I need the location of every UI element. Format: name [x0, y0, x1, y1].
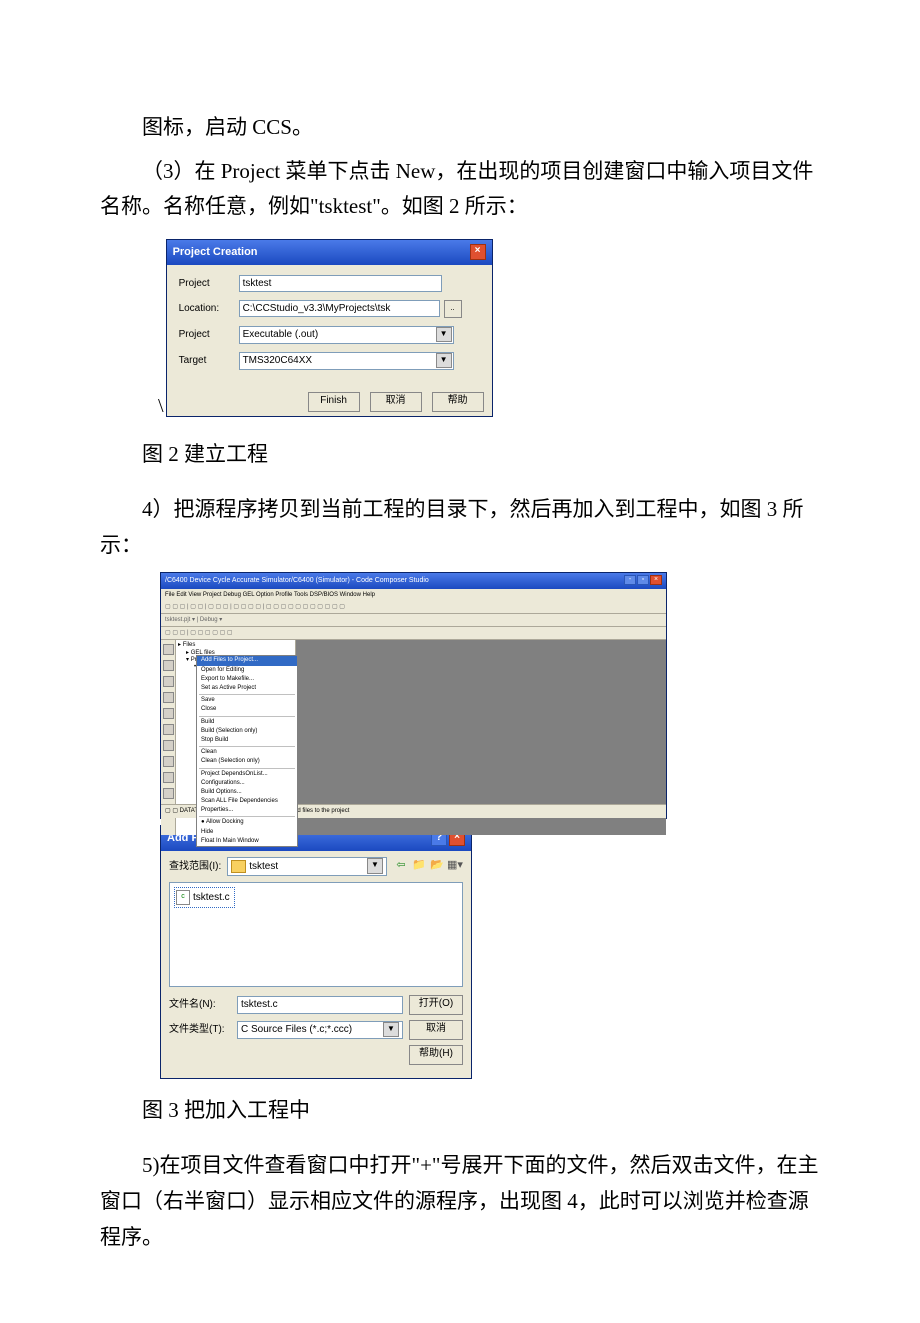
project-label: Project [179, 275, 239, 292]
help-button[interactable]: 帮助(H) [409, 1045, 463, 1065]
browse-button[interactable]: .. [444, 300, 462, 318]
menu-item[interactable]: Export to Makefile... [197, 675, 297, 684]
ide-toolbar-2[interactable]: tsktest.pjt ▾ | Debug ▾ [161, 614, 666, 627]
paragraph-3: 4）把源程序拷贝到当前工程的目录下，然后再加入到工程中，如图 3 所示： [100, 492, 820, 563]
chevron-down-icon[interactable]: ▼ [436, 353, 452, 368]
filetype-label: 文件类型(T): [169, 1021, 231, 1038]
chevron-down-icon[interactable]: ▼ [367, 858, 383, 874]
paragraph-4: 5)在项目文件查看窗口中打开"+"号展开下面的文件，然后双击文件，在主窗口（右半… [100, 1148, 820, 1255]
menu-add-files[interactable]: Add Files to Project... [197, 656, 297, 665]
project-type-select[interactable]: Executable (.out) ▼ [239, 326, 454, 344]
context-menu[interactable]: Add Files to Project... Open for Editing… [196, 655, 298, 847]
chevron-down-icon[interactable]: ▼ [383, 1022, 399, 1037]
menu-item[interactable]: Properties... [197, 806, 297, 815]
file-list[interactable]: c tsktest.c [169, 882, 463, 987]
menu-item[interactable]: Stop Build [197, 736, 297, 745]
new-folder-icon[interactable]: 📂 [429, 858, 445, 874]
target-select[interactable]: TMS320C64XX ▼ [239, 352, 454, 370]
location-input[interactable]: C:\CCStudio_v3.3\MyProjects\tsk [239, 300, 440, 317]
ide-toolbar-3[interactable]: ▢ ▢ ▢ | ▢ ▢ ▢ ▢ ▢ ▢ [161, 627, 666, 640]
stray-backslash: \ [158, 389, 164, 423]
ide-menubar[interactable]: File Edit View Project Debug GEL Option … [161, 589, 666, 601]
menu-item[interactable]: Configurations... [197, 779, 297, 788]
back-icon[interactable]: ⇦ [393, 858, 409, 874]
menu-item[interactable]: Save [197, 696, 297, 705]
menu-item[interactable]: ● Allow Docking [197, 818, 297, 827]
project-type-label: Project [179, 326, 239, 343]
menu-item[interactable]: Close [197, 705, 297, 714]
folder-select[interactable]: tsktest ▼ [227, 857, 387, 876]
ide-toolbar-1[interactable]: ▢ ▢ ▢ | ▢ ▢ | ▢ ▢ ▢ | ▢ ▢ ▢ ▢ | ▢ ▢ ▢ ▢ … [161, 601, 666, 614]
menu-item[interactable]: Hide [197, 828, 297, 837]
menu-item[interactable]: Build (Selection only) [197, 727, 297, 736]
filename-input[interactable]: tsktest.c [237, 996, 403, 1014]
chevron-down-icon[interactable]: ▼ [436, 327, 452, 342]
dialog-title: Project Creation [173, 243, 258, 262]
close-icon[interactable]: × [470, 244, 486, 260]
filetype-select[interactable]: C Source Files (*.c;*.ccc) ▼ [237, 1021, 403, 1039]
folder-icon [231, 860, 246, 873]
figure-3-caption: 图 3 把加入工程中 [100, 1093, 820, 1129]
menu-item[interactable]: Build Options... [197, 788, 297, 797]
menu-item[interactable]: Float In Main Window [197, 837, 297, 846]
menu-item[interactable]: Open for Editing [197, 666, 297, 675]
open-button[interactable]: 打开(O) [409, 995, 463, 1015]
target-label: Target [179, 352, 239, 369]
cancel-button[interactable]: 取消 [409, 1020, 463, 1040]
file-item[interactable]: c tsktest.c [174, 887, 235, 908]
menu-item[interactable]: Build [197, 718, 297, 727]
up-icon[interactable]: 📁 [411, 858, 427, 874]
c-file-icon: c [176, 890, 190, 905]
menu-item[interactable]: Clean (Selection only) [197, 757, 297, 766]
ide-title: /C6400 Device Cycle Accurate Simulator/C… [165, 575, 429, 587]
ccs-ide-screenshot: /C6400 Device Cycle Accurate Simulator/C… [160, 572, 667, 819]
lookin-label: 查找范围(I): [169, 858, 221, 875]
menu-item[interactable]: Project DependsOnList... [197, 770, 297, 779]
add-files-dialog: Add Files to Project ? × 查找范围(I): tsktes… [160, 825, 472, 1079]
view-icon[interactable]: ▦▾ [447, 858, 463, 874]
paragraph-2: （3）在 Project 菜单下点击 New，在出现的项目创建窗口中输入项目文件… [100, 154, 820, 225]
close-icon[interactable]: × [650, 575, 662, 585]
figure-2-caption: 图 2 建立工程 [100, 437, 820, 473]
cancel-button[interactable]: 取消 [370, 392, 422, 412]
menu-item[interactable]: Scan ALL File Dependencies [197, 797, 297, 806]
filename-label: 文件名(N): [169, 996, 231, 1013]
menu-item[interactable]: Set as Active Project [197, 684, 297, 693]
menu-item[interactable]: Clean [197, 748, 297, 757]
project-input[interactable]: tsktest [239, 275, 442, 292]
help-button[interactable]: 帮助 [432, 392, 484, 412]
finish-button[interactable]: Finish [308, 392, 360, 412]
location-label: Location: [179, 300, 239, 317]
project-creation-dialog: Project Creation × Project tsktest Locat… [166, 239, 493, 417]
paragraph-1: 图标，启动 CCS。 [100, 110, 820, 146]
maximize-icon[interactable]: ▫ [637, 575, 649, 585]
minimize-icon[interactable]: - [624, 575, 636, 585]
